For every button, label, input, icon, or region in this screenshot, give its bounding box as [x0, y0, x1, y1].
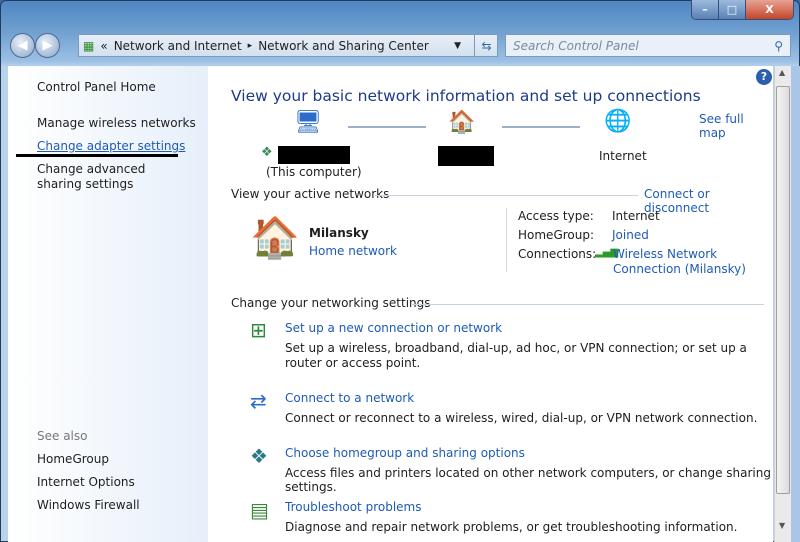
connection-line1[interactable]: Wireless Network	[613, 247, 717, 261]
house-icon: 🏠	[448, 110, 476, 135]
sidebar-internet-options[interactable]: Internet Options	[37, 475, 135, 490]
see-also-label: See also	[37, 429, 88, 443]
redacted-computer-name	[278, 146, 350, 164]
page-title: View your basic network information and …	[231, 87, 701, 105]
globe-icon: 🌐	[604, 109, 632, 134]
redacted-network-name	[438, 146, 494, 166]
access-type-value: Internet	[612, 209, 660, 223]
homegroup-label: HomeGroup:	[518, 228, 595, 242]
computer-subtitle: (This computer)	[266, 165, 362, 179]
divider	[412, 304, 764, 305]
scroll-up-arrow[interactable]: ▲	[779, 68, 785, 77]
connect-disconnect-link[interactable]: Connect or disconnect	[644, 187, 773, 215]
home-network-icon: 🏠	[250, 215, 300, 261]
breadcrumb-network-internet[interactable]: Network and Internet	[114, 39, 242, 53]
homegroup-link[interactable]: Joined	[612, 228, 649, 242]
task-setup-connection[interactable]: Set up a new connection or network	[285, 321, 502, 335]
task-desc: Connect or reconnect to a wireless, wire…	[285, 411, 758, 425]
vertical-divider	[506, 208, 507, 272]
homegroup-icon: ❖	[250, 444, 268, 468]
sidebar-advanced-sharing[interactable]: Change advanced sharing settings	[37, 162, 187, 192]
dropdown-icon[interactable]: ▼	[454, 41, 461, 51]
internet-label: Internet	[599, 149, 647, 163]
chevrons[interactable]: «	[100, 39, 107, 53]
scroll-thumb[interactable]	[776, 86, 790, 494]
wireless-connection-link[interactable]: Wireless Network Connection (Milansky)	[613, 247, 746, 277]
network-type-link[interactable]: Home network	[309, 244, 397, 258]
refresh-button[interactable]: ⇆	[474, 34, 498, 57]
network-name: Milansky	[309, 226, 369, 240]
new-connection-icon: ⊞	[250, 318, 267, 342]
see-full-map-link[interactable]: See full map	[699, 112, 773, 140]
settings-header: Change your networking settings	[231, 296, 431, 310]
sidebar-manage-wireless[interactable]: Manage wireless networks	[37, 116, 196, 131]
connections-label: Connections:	[518, 247, 597, 261]
task-homegroup-sharing[interactable]: Choose homegroup and sharing options	[285, 446, 525, 460]
sidebar-windows-firewall[interactable]: Windows Firewall	[37, 498, 140, 513]
network-icon: ❖	[261, 145, 273, 160]
control-panel-icon: ▦	[83, 38, 95, 53]
troubleshoot-icon: ▤	[250, 498, 269, 522]
nav-buttons: ◀ ▶	[10, 33, 60, 58]
close-button[interactable]: X	[746, 0, 793, 19]
forward-button[interactable]: ▶	[35, 33, 60, 58]
window-border	[791, 66, 800, 542]
breadcrumb-sharing-center[interactable]: Network and Sharing Center	[258, 39, 429, 53]
main-content: View your basic network information and …	[208, 66, 773, 542]
search-icon[interactable]: ⚲	[774, 39, 783, 53]
sidebar-homegroup[interactable]: HomeGroup	[37, 452, 109, 467]
back-button[interactable]: ◀	[10, 33, 35, 58]
map-line-2	[502, 126, 580, 128]
task-desc: Diagnose and repair network problems, or…	[285, 520, 738, 534]
sidebar: Control Panel Home Manage wireless netwo…	[8, 66, 208, 542]
task-desc: Set up a wireless, broadband, dial-up, a…	[285, 341, 747, 370]
task-connect-network[interactable]: Connect to a network	[285, 391, 414, 405]
active-networks-header: View your active networks	[231, 187, 390, 201]
connect-network-icon: ⇄	[250, 389, 267, 413]
vertical-scrollbar[interactable]: ▲ ▼	[774, 66, 791, 542]
search-input[interactable]: Search Control Panel ⚲	[505, 34, 791, 57]
help-icon[interactable]: ?	[756, 69, 772, 85]
minimize-button[interactable]: –	[692, 0, 719, 19]
access-type-label: Access type:	[518, 209, 594, 223]
caption-buttons: – □ X	[691, 0, 794, 20]
scroll-down-arrow[interactable]: ▼	[779, 521, 785, 530]
task-troubleshoot[interactable]: Troubleshoot problems	[285, 500, 421, 514]
sidebar-change-adapter[interactable]: Change adapter settings	[37, 139, 185, 154]
map-line-1	[348, 126, 426, 128]
maximize-button[interactable]: □	[719, 0, 746, 19]
task-desc: Access files and printers located on oth…	[285, 466, 771, 494]
breadcrumb-separator[interactable]: ▸	[248, 41, 253, 51]
address-bar[interactable]: ▦ « Network and Internet ▸ Network and S…	[78, 34, 498, 57]
search-placeholder: Search Control Panel	[513, 38, 639, 53]
sidebar-control-panel-home[interactable]: Control Panel Home	[37, 80, 156, 95]
connection-line2[interactable]: Connection (Milansky)	[613, 262, 746, 276]
underline-annotation	[16, 154, 178, 157]
divider	[375, 195, 638, 196]
computer-icon: 🖥	[294, 110, 322, 135]
